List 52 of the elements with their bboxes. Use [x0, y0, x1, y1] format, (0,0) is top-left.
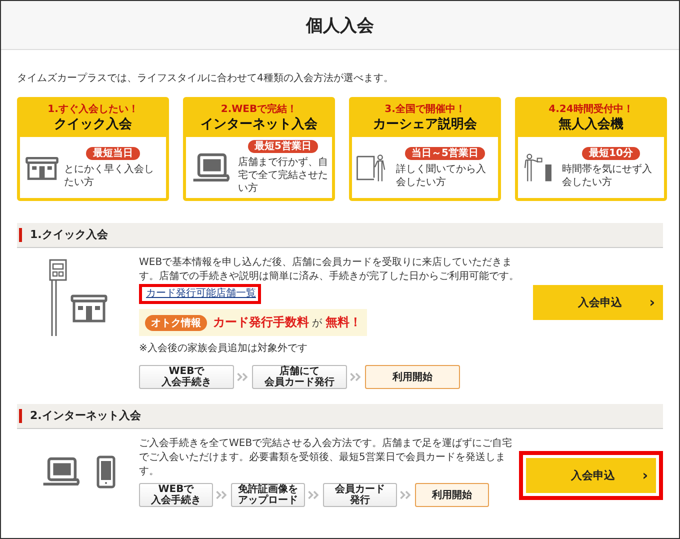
card-tagline: 4.24時間受付中！	[548, 103, 634, 116]
phone-icon	[96, 455, 116, 489]
step-label: 店舗にて	[280, 366, 320, 377]
store-list-link[interactable]: カード発行可能店舗一覧	[142, 287, 256, 300]
card-tagline: 3.全国で開催中！	[384, 103, 466, 116]
card-title: インターネット入会	[200, 116, 318, 133]
step-label: 利用開始	[432, 490, 472, 500]
section-title: 1.クイック入会	[19, 228, 108, 242]
apply-button[interactable]: 入会申込 ›	[526, 458, 656, 493]
card-description: とにかく早く入会したい方	[64, 162, 155, 188]
promo-tag: オトク情報	[145, 314, 207, 330]
card-description: 詳しく聞いてから入会したい方	[396, 162, 487, 188]
page-title: 個人入会	[306, 14, 374, 36]
card-title: 無人入会機	[558, 116, 624, 133]
chevron-icon	[307, 489, 321, 501]
step-label: 入会手続き	[162, 377, 212, 388]
step-label: WEBで	[158, 484, 194, 495]
note-text: ※入会後の家族会員追加は対象外です	[139, 342, 308, 355]
step-label: 会員カード発行	[264, 377, 334, 388]
apply-button[interactable]: 入会申込 ›	[533, 285, 663, 320]
time-badge: 最短当日	[86, 146, 140, 160]
time-badge: 当日～5営業日	[404, 146, 486, 160]
arrow-icon: ›	[649, 294, 655, 310]
method-card[interactable]: 3.全国で開催中！ カーシェア説明会 当日～5営業日 詳しく聞いてから入会したい方	[349, 97, 501, 201]
step-label: WEBで	[168, 366, 204, 377]
step-label: 会員カード	[335, 484, 385, 495]
card-title: カーシェア説明会	[372, 116, 478, 133]
chevron-icon	[349, 371, 363, 383]
time-badge: 最短5営業日	[248, 140, 318, 153]
card-tagline: 1.すぐ入会したい！	[46, 103, 140, 116]
step-label: アップロード	[238, 495, 298, 506]
card-title: クイック入会	[53, 116, 133, 133]
card-description: 店舗まで行かず、自宅で全て完結させたい方	[238, 156, 328, 195]
step-label: 入会手続き	[151, 495, 201, 506]
method-card[interactable]: 2.WEBで完結！ インターネット入会 最短5営業日 店舗まで行かず、自宅で全て完結させたい方	[183, 97, 335, 201]
chevron-icon	[236, 371, 250, 383]
promo-text: カード発行手数料 が 無料！	[213, 314, 362, 331]
method-card[interactable]: 1.すぐ入会したい！ クイック入会 最短当日 とにかく早く入会したい方	[17, 97, 169, 201]
section-title: 2.インターネット入会	[19, 409, 141, 423]
section-description: ご入会手続きを全てWEBで完結させる入会方法です。店舗まで足を運ばずにご自宅でご入会いただけます。必要書類を受領後、最短5営業日で会員カードを発送します。	[139, 437, 514, 479]
chevron-icon	[215, 489, 229, 501]
section-description: WEBで基本情報を申し込んだ後、店舗に会員カードを受取りに来店していただきます。店舗での手続きや説明は簡単に済み、手続きが完了した日からご利用可能です。	[139, 256, 519, 284]
chevron-icon	[399, 489, 413, 501]
method-card[interactable]: 4.24時間受付中！ 無人入会機 最短10分 時間帯を気にせず入会したい方	[515, 97, 667, 201]
intro-text: タイムズカープラスでは、ライフスタイルに合わせて4種類の入会方法が選べます。	[17, 72, 394, 86]
arrow-icon: ›	[642, 468, 648, 484]
step-label: 発行	[350, 495, 370, 506]
time-badge: 最短10分	[582, 146, 640, 160]
step-label: 利用開始	[392, 372, 432, 382]
card-tagline: 2.WEBで完結！	[220, 103, 298, 116]
step-label: 免許証画像を	[238, 484, 298, 495]
card-description: 時間帯を気にせず入会したい方	[562, 162, 653, 188]
